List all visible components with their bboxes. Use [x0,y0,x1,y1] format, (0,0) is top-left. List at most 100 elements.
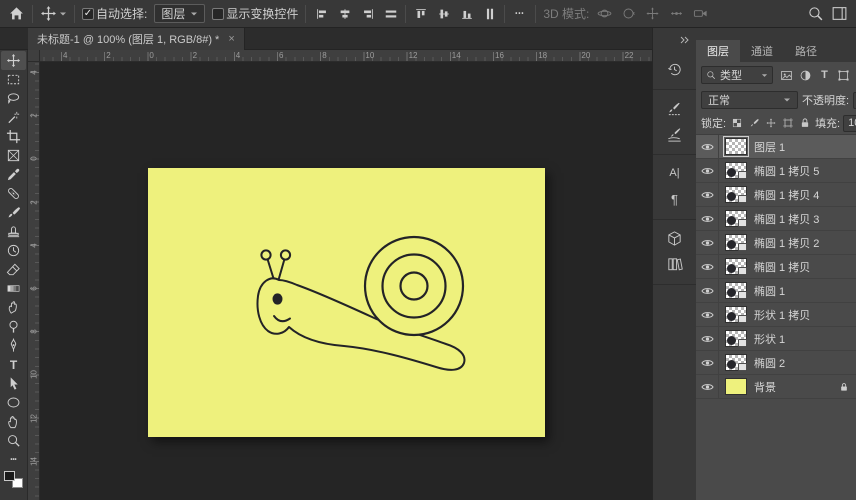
layer-thumbnail[interactable] [725,210,747,227]
more-options-icon[interactable]: ••• [511,5,528,22]
layer-thumbnail[interactable] [723,136,749,157]
tool-history-brush[interactable] [1,241,26,260]
color-chips[interactable] [4,471,23,488]
auto-select-checkbox[interactable]: ✓ 自动选择: [82,5,147,22]
document-canvas[interactable] [148,168,545,437]
tool-crop[interactable] [1,127,26,146]
layer-row[interactable]: 椭圆 1 拷贝 2 [696,231,856,255]
layer-thumbnail[interactable] [725,234,747,251]
workspace-icon[interactable] [831,5,848,22]
tool-more-tools[interactable]: ••• [1,450,26,469]
auto-select-target-dropdown[interactable]: 图层 [154,4,206,23]
tool-healing-brush[interactable] [1,184,26,203]
layer-row[interactable]: 背景 [696,375,856,399]
3d-camera-icon[interactable] [692,5,709,22]
search-icon[interactable] [807,5,824,22]
layer-visibility-toggle[interactable] [696,135,719,158]
lock-all-icon[interactable] [797,116,812,131]
layer-row[interactable]: 椭圆 1 拷贝 5 [696,159,856,183]
layer-visibility-toggle[interactable] [696,375,719,398]
layer-row[interactable]: 形状 1 [696,327,856,351]
align-middle-icon[interactable] [435,5,452,22]
3d-slide-icon[interactable] [668,5,685,22]
blend-mode-dropdown[interactable]: 正常 [701,91,798,109]
lock-artboard-icon[interactable] [780,116,795,131]
tool-smudge[interactable] [1,298,26,317]
tool-path-select[interactable] [1,374,26,393]
layer-row[interactable]: 形状 1 拷贝 [696,303,856,327]
layer-thumbnail[interactable] [725,162,747,179]
panel-brushes-icon[interactable] [662,121,688,147]
tool-zoom[interactable] [1,431,26,450]
home-icon[interactable] [8,5,25,22]
tool-magic-wand[interactable] [1,108,26,127]
layer-row[interactable]: 椭圆 1 拷贝 4 [696,183,856,207]
panel-character-icon[interactable]: A| [662,160,688,186]
layer-row[interactable]: 图层 1 [696,135,856,159]
align-center-h-icon[interactable] [336,5,353,22]
horizontal-ruler[interactable]: 4 2 0 2 4 6 8 10 12 14 16 18 20 22 [28,50,652,62]
3d-pan-icon[interactable] [644,5,661,22]
layer-visibility-toggle[interactable] [696,279,719,302]
layer-visibility-toggle[interactable] [696,183,719,206]
layer-row[interactable]: 椭圆 1 拷贝 3 [696,207,856,231]
lock-position-icon[interactable] [763,116,778,131]
collapse-dock-icon[interactable] [680,31,690,49]
tool-brush[interactable] [1,203,26,222]
tool-eyedropper[interactable] [1,165,26,184]
layer-visibility-toggle[interactable] [696,159,719,182]
tool-move[interactable] [1,51,26,70]
panel-paragraph-icon[interactable]: ¶ [662,186,688,212]
current-tool-button[interactable] [40,5,67,22]
lock-pixels-icon[interactable] [746,116,761,131]
panel-libraries-icon[interactable] [662,251,688,277]
layer-thumbnail[interactable] [725,258,747,275]
align-left-icon[interactable] [313,5,330,22]
show-transform-checkbox[interactable]: 显示变换控件 [212,5,298,22]
tool-frame[interactable] [1,146,26,165]
align-top-icon[interactable] [412,5,429,22]
distribute-h-icon[interactable] [382,5,399,22]
panel-3d-icon[interactable] [662,225,688,251]
3d-roll-icon[interactable] [620,5,637,22]
layer-row[interactable]: 椭圆 2 [696,351,856,375]
align-bottom-icon[interactable] [458,5,475,22]
tool-gradient[interactable] [1,279,26,298]
tool-lasso[interactable] [1,89,26,108]
layer-visibility-toggle[interactable] [696,303,719,326]
panel-tab-图层[interactable]: 图层 [696,40,740,62]
layer-visibility-toggle[interactable] [696,255,719,278]
align-right-icon[interactable] [359,5,376,22]
tool-type[interactable]: T [1,355,26,374]
foreground-color-chip[interactable] [4,471,15,481]
tool-hand[interactable] [1,412,26,431]
layer-visibility-toggle[interactable] [696,351,719,374]
layer-visibility-toggle[interactable] [696,327,719,350]
shape-filter-icon[interactable] [835,67,852,83]
distribute-v-icon[interactable] [481,5,498,22]
tool-pen[interactable] [1,336,26,355]
tool-ellipse[interactable] [1,393,26,412]
pixel-filter-icon[interactable] [778,67,795,83]
tool-marquee[interactable] [1,70,26,89]
layer-visibility-toggle[interactable] [696,207,719,230]
panel-brush-settings-icon[interactable] [662,95,688,121]
document-tab[interactable]: 未标题-1 @ 100% (图层 1, RGB/8#) * × [28,28,245,50]
close-tab-icon[interactable]: × [228,33,234,45]
vertical-ruler[interactable]: 4 2 0 2 4 6 8 10 12 14 [28,62,40,500]
layer-thumbnail[interactable] [725,354,747,371]
fill-field[interactable]: 100% [843,114,856,132]
lock-transparent-icon[interactable] [729,116,744,131]
panel-tab-通道[interactable]: 通道 [740,40,784,62]
3d-orbit-icon[interactable] [596,5,613,22]
layer-thumbnail[interactable] [725,186,747,203]
layer-row[interactable]: 椭圆 1 拷贝 [696,255,856,279]
layer-visibility-toggle[interactable] [696,231,719,254]
layer-thumbnail[interactable] [725,306,747,323]
tool-clone-stamp[interactable] [1,222,26,241]
panel-tab-路径[interactable]: 路径 [784,40,828,62]
tool-eraser[interactable] [1,260,26,279]
layer-thumbnail[interactable] [725,378,747,395]
tool-dodge[interactable] [1,317,26,336]
adjustment-filter-icon[interactable] [797,67,814,83]
